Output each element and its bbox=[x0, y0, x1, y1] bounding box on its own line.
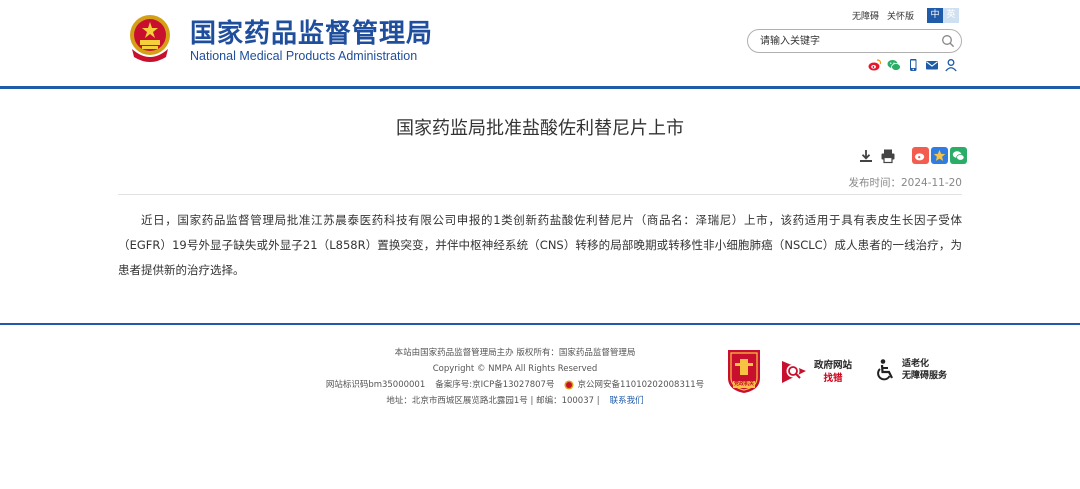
site-id: 网站标识码bm35000001 bbox=[325, 380, 426, 390]
police-record[interactable]: 京公网安备11010202008311号 bbox=[564, 377, 704, 393]
site-title-cn[interactable]: 国家药品监督管理局 bbox=[190, 13, 433, 50]
article-body: 近日，国家药品监督管理局批准江苏晨泰医药科技有限公司申报的1类创新药盐酸佐利替尼… bbox=[118, 213, 962, 277]
footer-copyright: Copyright © NMPA All Rights Reserved bbox=[432, 364, 598, 374]
site-title-en[interactable]: National Medical Products Administration bbox=[190, 49, 417, 63]
top-links: 无障碍 关怀版 bbox=[852, 9, 922, 22]
party-gov-badge-text: 党政机关 bbox=[734, 381, 755, 387]
national-emblem-icon[interactable] bbox=[126, 13, 174, 63]
search-icon[interactable] bbox=[941, 34, 955, 48]
weibo-icon[interactable] bbox=[868, 58, 882, 72]
mail-icon[interactable] bbox=[925, 58, 939, 72]
icp-record[interactable]: 备案序号:京ICP备13027807号 bbox=[435, 377, 554, 393]
accessibility-line1: 适老化 bbox=[902, 359, 930, 369]
mobile-icon[interactable] bbox=[906, 58, 920, 72]
article-title: 国家药监局批准盐酸佐利替尼片上市 bbox=[396, 118, 684, 139]
wechat-icon[interactable] bbox=[887, 58, 901, 72]
find-error-line1: 政府网站 bbox=[814, 360, 853, 371]
magnifier-error-icon bbox=[782, 361, 806, 383]
lang-english[interactable]: 英 bbox=[943, 8, 959, 23]
police-record-text: 京公网安备11010202008311号 bbox=[577, 380, 705, 390]
address: 地址：北京市西城区展览路北露园1号 | 邮编：100037 | bbox=[386, 396, 600, 406]
accessibility-line2: 无障碍服务 bbox=[902, 371, 948, 381]
user-icon[interactable] bbox=[944, 58, 958, 72]
favorite-icon[interactable] bbox=[931, 147, 948, 164]
search-box bbox=[747, 29, 962, 53]
weibo-share-icon[interactable] bbox=[912, 147, 929, 164]
contact-us-link[interactable]: 联系我们 bbox=[610, 393, 644, 409]
publish-date: 发布时间：2024-11-20 bbox=[848, 177, 962, 189]
print-icon[interactable] bbox=[880, 148, 896, 164]
download-icon[interactable] bbox=[858, 148, 874, 164]
article-tools bbox=[858, 147, 967, 164]
wechat-share-icon[interactable] bbox=[950, 147, 967, 164]
accessibility-link[interactable]: 无障碍 bbox=[852, 12, 879, 22]
care-mode-link[interactable]: 关怀版 bbox=[887, 12, 914, 22]
wheelchair-icon bbox=[877, 359, 893, 381]
gov-site-find-error[interactable]: 政府网站 找错 bbox=[780, 357, 852, 387]
find-error-line2: 找错 bbox=[823, 373, 843, 384]
footer-registration-line: 网站标识码bm35000001 备案序号:京ICP备13027807号 京公网安… bbox=[300, 377, 730, 393]
footer-divider bbox=[0, 323, 1080, 325]
footer-host-line: 本站由国家药品监督管理局主办 版权所有：国家药品监督管理局 bbox=[394, 348, 636, 358]
elderly-accessibility-service[interactable]: 适老化 无障碍服务 bbox=[874, 358, 947, 382]
header-divider bbox=[0, 86, 1080, 89]
footer-address-line: 地址：北京市西城区展览路北露园1号 | 邮编：100037 | 联系我们 bbox=[300, 393, 730, 409]
lang-chinese[interactable]: 中 bbox=[927, 8, 943, 23]
language-switch: 中 英 bbox=[927, 8, 959, 23]
party-gov-badge[interactable]: 党政机关 bbox=[725, 348, 763, 393]
header-share-row bbox=[868, 58, 958, 72]
article-divider bbox=[118, 194, 962, 195]
footer-info: 本站由国家药品监督管理局主办 版权所有：国家药品监督管理局 Copyright … bbox=[300, 345, 730, 409]
site-header: 国家药品监督管理局 National Medical Products Admi… bbox=[0, 0, 1080, 86]
search-input[interactable] bbox=[760, 33, 930, 49]
police-badge-icon bbox=[564, 380, 574, 390]
